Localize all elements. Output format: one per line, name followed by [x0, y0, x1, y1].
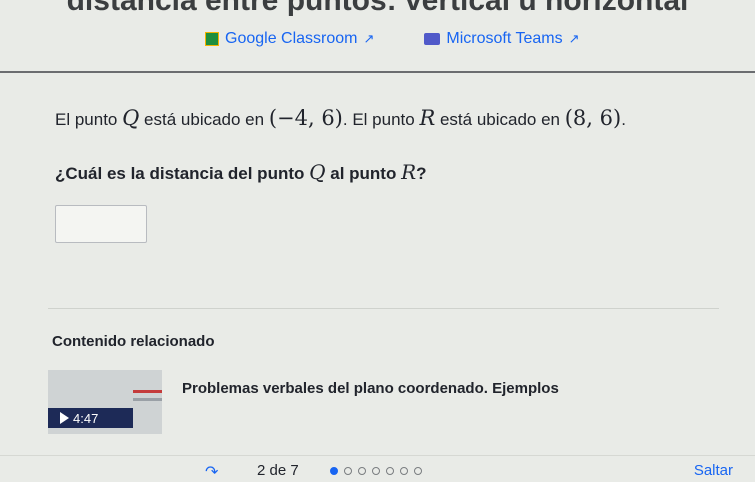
- header-divider: [0, 71, 755, 73]
- related-video-link[interactable]: Problemas verbales del plano coordenado.…: [182, 380, 559, 397]
- point-q-symbol: Q: [122, 106, 140, 130]
- point-q-coordinates: (−4, 6): [268, 106, 343, 130]
- progress-dot: [344, 467, 352, 475]
- question-part: al punto: [325, 164, 402, 183]
- google-classroom-link[interactable]: Google Classroom ↗: [205, 30, 374, 48]
- problem-text: . El punto: [342, 110, 420, 129]
- microsoft-teams-link[interactable]: Microsoft Teams ↗: [424, 30, 580, 48]
- skip-button[interactable]: Saltar: [694, 462, 733, 479]
- microsoft-teams-icon: [424, 33, 441, 45]
- redo-arrow-icon[interactable]: ↷: [205, 462, 218, 482]
- progress-dot: [330, 467, 338, 475]
- content-divider: [48, 308, 719, 309]
- microsoft-teams-label: Microsoft Teams: [446, 30, 563, 47]
- google-classroom-label: Google Classroom: [225, 30, 358, 47]
- progress-dot: [372, 467, 380, 475]
- progress-dot: [358, 467, 366, 475]
- progress-dots: [330, 467, 422, 475]
- answer-input[interactable]: [55, 205, 147, 243]
- question-part: ¿Cuál es la distancia del punto: [55, 164, 310, 183]
- external-link-icon: ↗: [363, 31, 375, 46]
- page-title: distancia entre puntos: vertical u horiz…: [66, 0, 689, 17]
- point-r-symbol: R: [419, 106, 436, 130]
- progress-dot: [400, 467, 408, 475]
- footer-divider: [0, 455, 755, 456]
- video-duration: 4:47: [73, 410, 99, 426]
- thumbnail-graphic: [133, 398, 162, 401]
- problem-statement: El punto Q está ubicado en (−4, 6). El p…: [55, 106, 626, 130]
- question-part: ?: [416, 164, 427, 183]
- point-r-coordinates: (8, 6): [564, 106, 622, 130]
- problem-text: El punto: [55, 110, 123, 129]
- video-thumbnail[interactable]: 4:47: [48, 370, 162, 434]
- point-q-symbol: Q: [309, 160, 326, 184]
- problem-text: .: [621, 110, 626, 129]
- google-classroom-icon: [205, 32, 219, 46]
- pager-text: 2 de 7: [257, 462, 299, 479]
- video-duration-badge: 4:47: [48, 408, 133, 428]
- problem-text: está ubicado en: [435, 110, 565, 129]
- question-text: ¿Cuál es la distancia del punto Q al pun…: [55, 160, 427, 184]
- problem-text: está ubicado en: [139, 110, 269, 129]
- thumbnail-graphic: [133, 390, 162, 393]
- share-bar: Google Classroom ↗ Microsoft Teams ↗: [205, 30, 580, 48]
- related-content-heading: Contenido relacionado: [52, 333, 215, 350]
- progress-dot: [414, 467, 422, 475]
- point-r-symbol: R: [401, 160, 417, 184]
- progress-dot: [386, 467, 394, 475]
- play-icon: [60, 412, 69, 424]
- external-link-icon: ↗: [568, 31, 580, 46]
